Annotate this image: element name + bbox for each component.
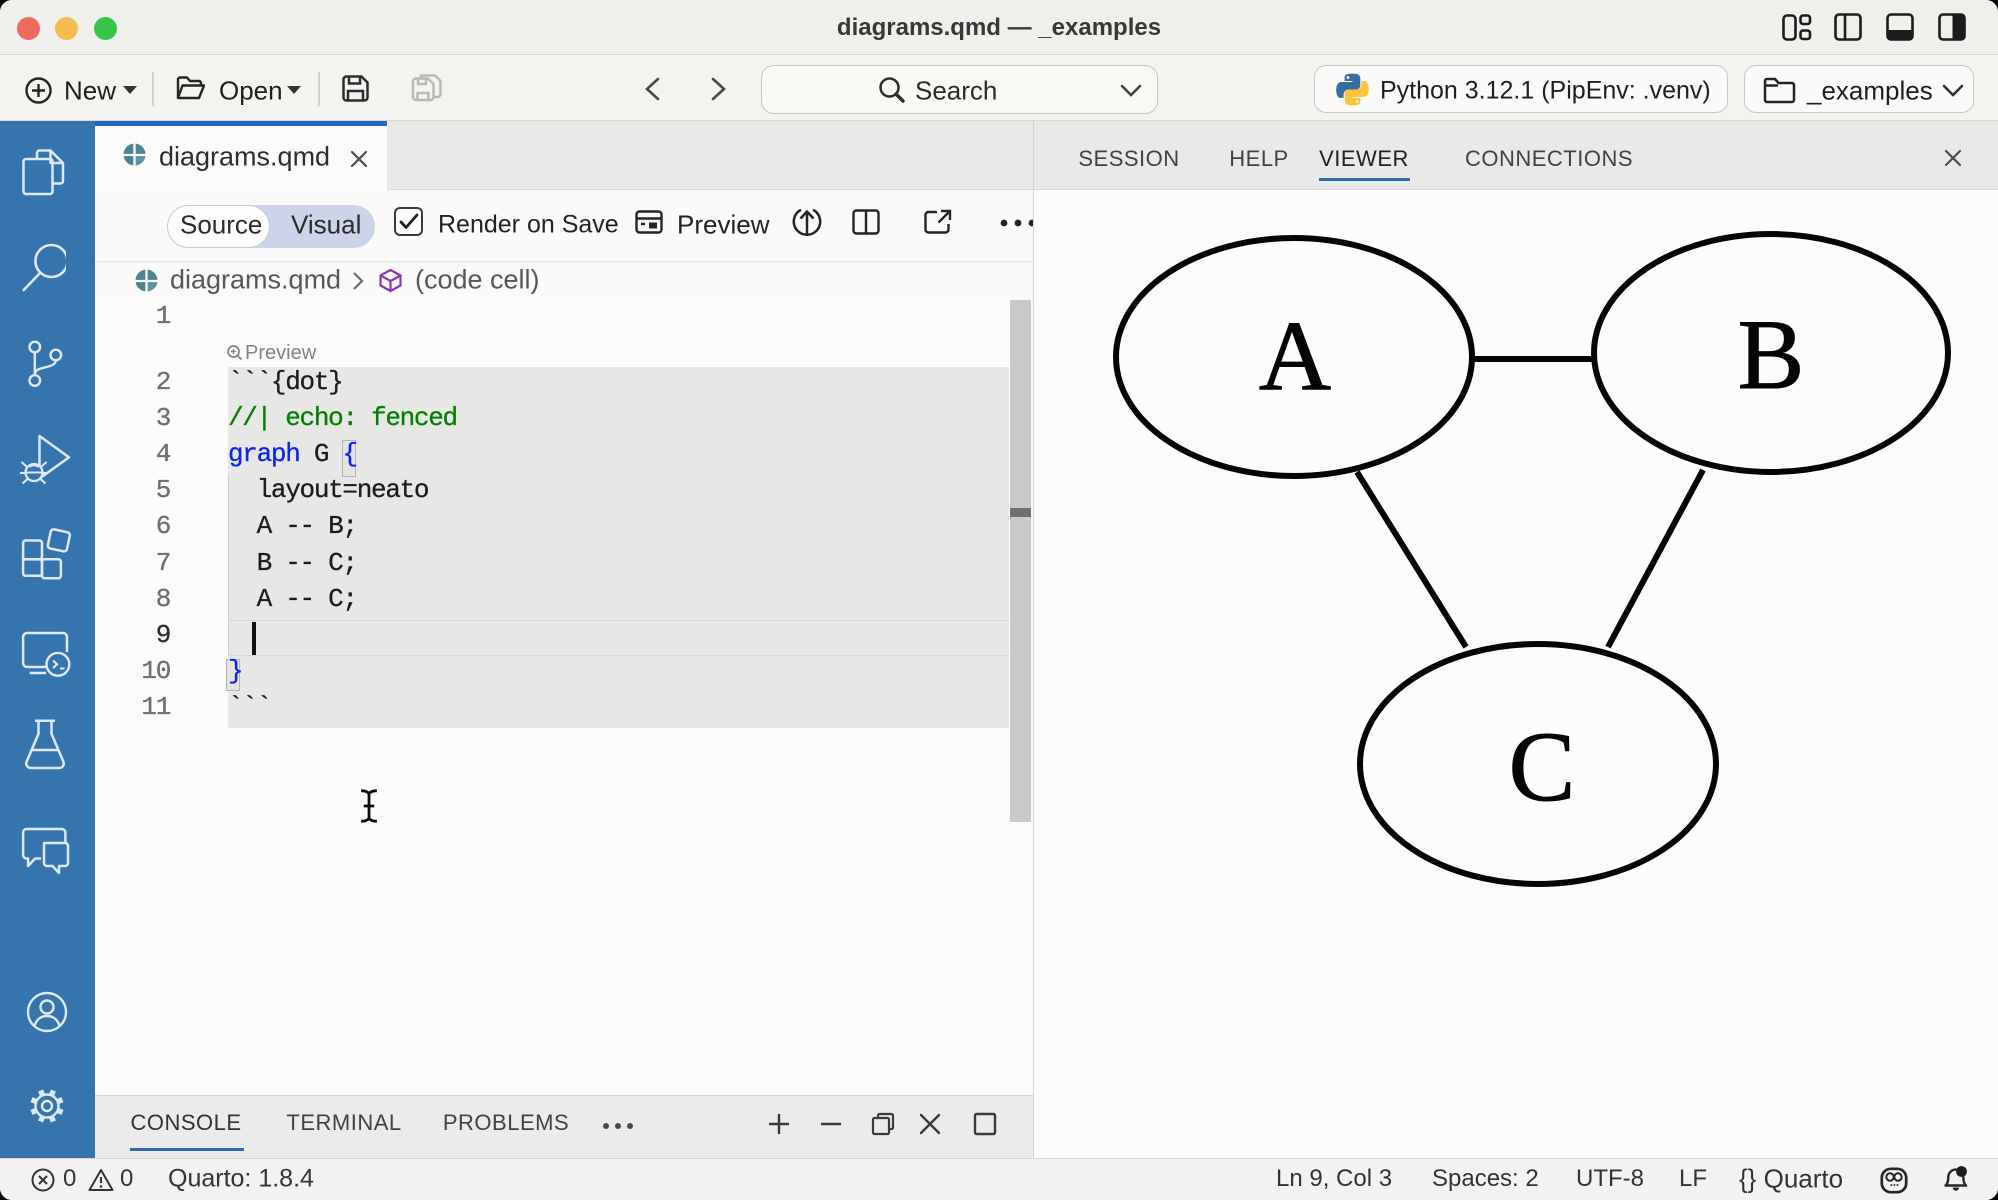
svg-text:C: C — [1509, 711, 1576, 822]
svg-text:B: B — [1738, 299, 1805, 410]
svg-text:A: A — [1259, 300, 1331, 411]
